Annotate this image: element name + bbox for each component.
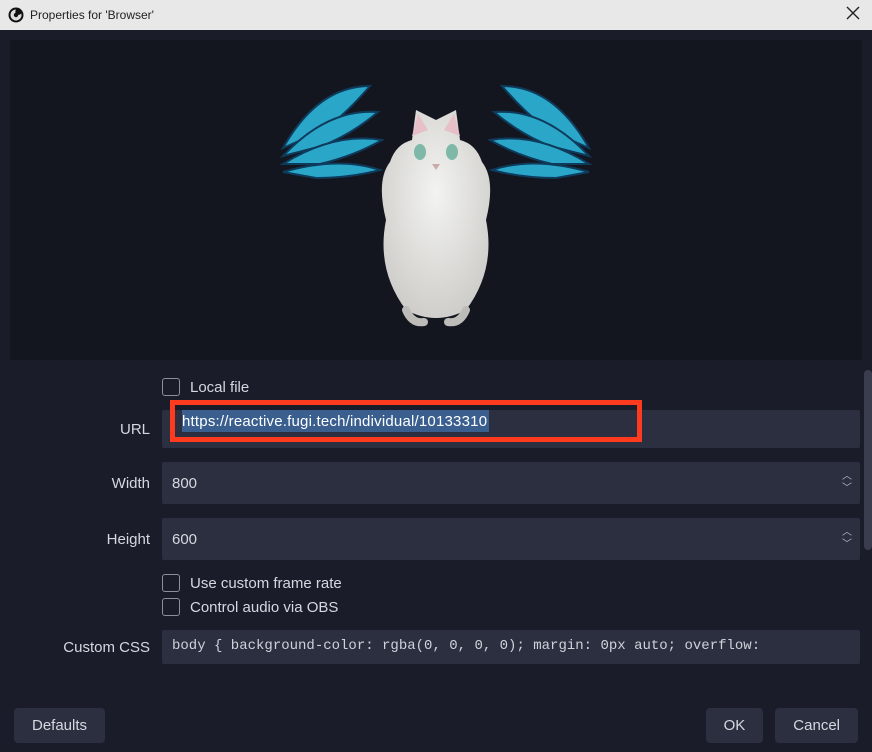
width-input[interactable] <box>162 462 860 504</box>
local-file-checkbox[interactable] <box>162 378 180 396</box>
cat-body-icon <box>346 110 526 330</box>
local-file-label: Local file <box>190 379 249 396</box>
local-file-row: Local file <box>12 378 860 396</box>
custom-css-label: Custom CSS <box>12 639 162 656</box>
width-step-up[interactable]: ︿ <box>842 472 852 482</box>
form-scrollbar[interactable] <box>864 370 872 550</box>
close-button[interactable] <box>842 6 864 25</box>
dialog-content: Local file URL https://reactive.fugi.tec… <box>0 30 872 752</box>
form-area: Local file URL https://reactive.fugi.tec… <box>0 360 872 698</box>
control-audio-label: Control audio via OBS <box>190 599 338 616</box>
source-preview <box>10 40 862 360</box>
height-step-up[interactable]: ︿ <box>842 528 852 538</box>
control-audio-checkbox[interactable] <box>162 598 180 616</box>
properties-dialog: Properties for 'Browser' <box>0 0 872 752</box>
frame-rate-row: Use custom frame rate <box>12 574 860 592</box>
height-row: Height ︿ ﹀ <box>12 518 860 560</box>
cancel-button[interactable]: Cancel <box>775 708 858 743</box>
width-row: Width ︿ ﹀ <box>12 462 860 504</box>
titlebar-left: Properties for 'Browser' <box>8 7 154 23</box>
titlebar: Properties for 'Browser' <box>0 0 872 30</box>
custom-frame-rate-label: Use custom frame rate <box>190 575 342 592</box>
url-input[interactable] <box>162 410 860 448</box>
obs-app-icon <box>8 7 24 23</box>
height-input[interactable] <box>162 518 860 560</box>
defaults-button[interactable]: Defaults <box>14 708 105 743</box>
window-title: Properties for 'Browser' <box>30 8 154 22</box>
custom-css-input[interactable]: body { background-color: rgba(0, 0, 0, 0… <box>162 630 860 664</box>
url-row: URL https://reactive.fugi.tech/individua… <box>12 410 860 448</box>
custom-css-row: Custom CSS body { background-color: rgba… <box>12 630 860 664</box>
form-grid: Local file URL https://reactive.fugi.tec… <box>12 378 860 698</box>
ok-button[interactable]: OK <box>706 708 764 743</box>
width-label: Width <box>12 475 162 492</box>
control-audio-row: Control audio via OBS <box>12 598 860 616</box>
width-step-down[interactable]: ﹀ <box>842 484 852 494</box>
avatar-preview-image <box>326 70 546 330</box>
url-label: URL <box>12 421 162 438</box>
custom-frame-rate-checkbox[interactable] <box>162 574 180 592</box>
height-step-down[interactable]: ﹀ <box>842 540 852 550</box>
dialog-footer: Defaults OK Cancel <box>0 698 872 752</box>
height-label: Height <box>12 531 162 548</box>
